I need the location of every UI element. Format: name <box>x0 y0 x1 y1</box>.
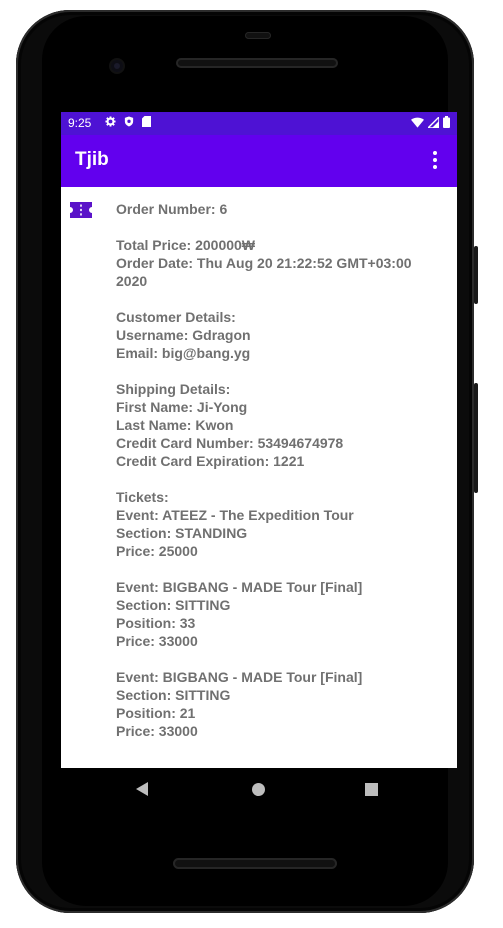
sd-card-icon <box>142 116 151 127</box>
customer-details-header: Customer Details: <box>116 309 236 325</box>
customer-username: Username: Gdragon <box>116 327 251 343</box>
ticket-section: Section: SITTING <box>116 687 231 703</box>
app-bar: Tjib <box>61 135 457 187</box>
ticket-section: Section: SITTING <box>116 597 231 613</box>
battery-icon <box>443 116 450 128</box>
settings-gear-icon <box>105 116 116 127</box>
phone-earpiece <box>176 58 338 68</box>
phone-bottom-speaker <box>173 858 337 869</box>
app-screen: 9:25 Tjib Order Number: 6 Total Price: 2… <box>61 112 457 768</box>
order-date: Order Date: Thu Aug 20 21:22:52 GMT+03:0… <box>116 255 412 271</box>
credit-card-expiration: Credit Card Expiration: 1221 <box>116 453 305 469</box>
ticket-position: Position: 21 <box>116 705 196 721</box>
ticket-position: Position: 33 <box>116 615 196 631</box>
ticket-event: Event: ATEEZ - The Expedition Tour <box>116 507 354 523</box>
shield-icon <box>124 116 134 127</box>
ticket-price: Price: 25000 <box>116 543 198 559</box>
wifi-icon <box>411 117 424 128</box>
order-number: Order Number: 6 <box>116 201 228 217</box>
signal-icon <box>428 116 439 128</box>
status-bar: 9:25 <box>61 112 457 135</box>
total-price: Total Price: 200000₩ <box>116 237 256 253</box>
overflow-menu-button[interactable] <box>425 147 445 173</box>
recent-apps-icon[interactable] <box>365 783 378 796</box>
status-time: 9:25 <box>68 116 92 130</box>
ticket-event: Event: BIGBANG - MADE Tour [Final] <box>116 579 363 595</box>
shipping-details-header: Shipping Details: <box>116 381 231 397</box>
customer-email: Email: big@bang.yg <box>116 345 251 361</box>
home-icon[interactable] <box>252 783 265 796</box>
order-date-year: 2020 <box>116 273 148 289</box>
ticket-event: Event: BIGBANG - MADE Tour [Final] <box>116 669 363 685</box>
tickets-header: Tickets: <box>116 489 169 505</box>
ticket-section: Section: STANDING <box>116 525 248 541</box>
more-vert-icon <box>433 151 437 155</box>
ticket-icon <box>70 202 92 218</box>
phone-power-button <box>474 383 478 493</box>
front-camera <box>111 60 123 72</box>
order-item[interactable]: Order Number: 6 Total Price: 200000₩ Ord… <box>116 200 446 740</box>
shipping-last-name: Last Name: Kwon <box>116 417 234 433</box>
back-icon[interactable] <box>136 782 148 796</box>
credit-card-number: Credit Card Number: 53494674978 <box>116 435 344 451</box>
phone-sensor <box>245 32 271 39</box>
ticket-price: Price: 33000 <box>116 633 198 649</box>
shipping-first-name: First Name: Ji-Yong <box>116 399 248 415</box>
order-details-list: Order Number: 6 Total Price: 200000₩ Ord… <box>61 187 457 768</box>
app-title: Tjib <box>75 149 109 170</box>
system-navigation-bar <box>61 768 457 812</box>
phone-volume-button <box>474 246 478 304</box>
ticket-price: Price: 33000 <box>116 723 198 739</box>
